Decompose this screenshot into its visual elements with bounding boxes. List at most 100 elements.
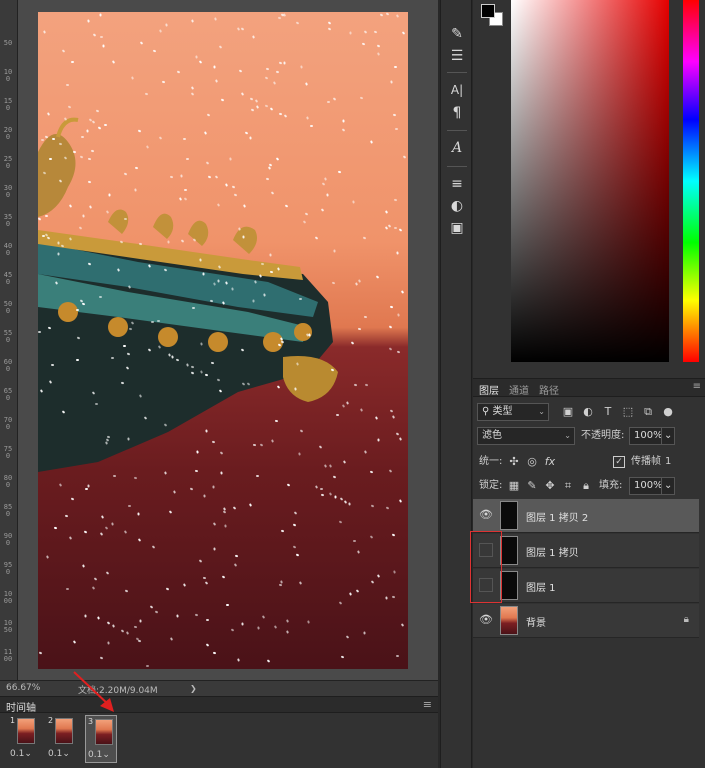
lock-artboard-icon[interactable]: ⌗ xyxy=(561,477,575,495)
panel-tool-strip: ✎ ☰ A| ¶ A ≡ ◐ ▣ xyxy=(440,0,472,768)
layer-row[interactable]: 👁︎ 图层 1 拷贝 2 xyxy=(473,499,699,533)
snowflake xyxy=(100,514,104,519)
panel-menu-icon[interactable]: ≡ xyxy=(693,381,701,392)
lock-position-icon[interactable]: ✥ xyxy=(543,477,557,495)
snowflake xyxy=(294,387,297,391)
adjust-tool-icon[interactable]: ☰ xyxy=(447,46,467,66)
properties-icon[interactable]: ≡ xyxy=(447,174,467,194)
layer-row[interactable]: 👁︎ 背景 🔒︎ xyxy=(473,604,699,638)
timeline-title[interactable]: 时间轴 xyxy=(6,699,36,714)
document-canvas[interactable] xyxy=(38,12,408,669)
layer-thumbnail xyxy=(500,606,518,635)
layer-thumbnail xyxy=(500,501,518,530)
layer-row[interactable]: 图层 1 拷贝 xyxy=(473,534,699,568)
fill-dropdown-button[interactable]: ⌄ xyxy=(661,477,675,495)
pixel-filter-icon[interactable]: ▣ xyxy=(561,403,575,421)
character-tool-icon[interactable]: A| xyxy=(447,80,467,100)
snowflake xyxy=(320,493,324,496)
snowflake xyxy=(71,60,75,63)
ruler-tick-label: 550 xyxy=(3,329,13,344)
snowflake xyxy=(183,189,187,192)
snowflake xyxy=(334,495,337,499)
visibility-eye-icon[interactable]: 👁︎ xyxy=(479,613,493,627)
lock-transparency-icon[interactable]: ▦ xyxy=(507,477,521,495)
snowflake xyxy=(295,361,299,366)
snowflake xyxy=(120,381,125,385)
paragraph-tool-icon[interactable]: ¶ xyxy=(447,103,467,123)
snowflake xyxy=(76,359,80,362)
frame-delay[interactable]: 0.1⌄ xyxy=(88,750,110,760)
brush-tool-icon[interactable]: ✎ xyxy=(447,24,467,44)
lock-label: 锁定: xyxy=(479,480,503,491)
propagate-frame-checkbox[interactable]: ✓ xyxy=(613,456,625,468)
type-filter-icon[interactable]: T xyxy=(601,403,615,421)
canvas-area[interactable] xyxy=(18,0,438,680)
unify-style-icon[interactable]: fx xyxy=(543,453,557,471)
snowflake xyxy=(98,295,102,299)
layer-thumbnail xyxy=(500,571,518,600)
ruler-tick-label: 700 xyxy=(3,416,13,431)
opacity-dropdown-button[interactable]: ⌄ xyxy=(661,427,675,445)
snowflake xyxy=(199,258,202,262)
panel-menu-icon[interactable]: ≡ xyxy=(423,698,432,711)
ruler-tick-label: 800 xyxy=(3,474,13,489)
snowflake xyxy=(255,474,260,478)
snowflake xyxy=(298,452,301,456)
lock-pixels-icon[interactable]: ✎ xyxy=(525,477,539,495)
frame-number: 1 xyxy=(10,716,16,725)
snowflake xyxy=(191,307,195,310)
snowflake xyxy=(99,13,102,17)
foreground-color-swatch[interactable] xyxy=(481,4,495,18)
color-panel xyxy=(473,0,705,378)
glyph-tool-icon[interactable]: A xyxy=(447,138,467,158)
layer-row[interactable]: 图层 1 xyxy=(473,569,699,603)
snowflake xyxy=(292,522,297,527)
ruler-tick-label: 450 xyxy=(3,271,13,286)
blend-mode-dropdown[interactable]: 滤色 ⌄ xyxy=(477,427,575,445)
visibility-eye-icon[interactable]: 👁︎ xyxy=(479,508,493,522)
filter-toggle-icon[interactable]: ● xyxy=(661,403,675,421)
adjustments-icon[interactable]: ◐ xyxy=(447,196,467,216)
snowflake xyxy=(278,112,283,116)
chevron-down-icon: ⌄ xyxy=(538,407,545,416)
adjustment-filter-icon[interactable]: ◐ xyxy=(581,403,595,421)
snowflake xyxy=(307,333,311,337)
frame-delay[interactable]: 0.1⌄ xyxy=(48,749,70,759)
snowflake xyxy=(49,157,53,160)
status-menu-arrow[interactable]: ❯ xyxy=(190,684,197,693)
vertical-ruler: 50 100 150 200 250 300 350 400 450 500 550 600 650 70… xyxy=(0,0,18,680)
ruler-tick-label: 100 xyxy=(3,68,13,83)
ruler-tick-label: 900 xyxy=(3,532,13,547)
hue-slider[interactable] xyxy=(683,0,699,362)
lock-all-icon[interactable]: 🔒︎ xyxy=(579,477,593,495)
ruler-tick-label: 50 xyxy=(3,39,13,47)
snowflake xyxy=(319,488,323,491)
kind-filter-dropdown[interactable]: ⚲ 类型 ⌄ xyxy=(477,403,549,421)
color-picker-field[interactable] xyxy=(511,0,669,362)
lock-icon[interactable]: 🔒︎ xyxy=(684,614,689,625)
zoom-level[interactable]: 66.67% xyxy=(6,683,40,693)
frame-delay[interactable]: 0.1⌄ xyxy=(10,749,32,759)
propagate-frame-value: 1 xyxy=(665,456,672,467)
tab-paths[interactable]: 路径 xyxy=(539,382,559,397)
unify-visibility-icon[interactable]: ◎ xyxy=(525,453,539,471)
snowflake xyxy=(57,241,60,245)
shape-filter-icon[interactable]: ⬚ xyxy=(621,403,635,421)
snowflake xyxy=(127,437,130,441)
timeline-frame[interactable]: 1 0.1⌄ xyxy=(8,715,40,763)
smart-object-filter-icon[interactable]: ⧉ xyxy=(641,403,655,421)
tab-channels[interactable]: 通道 xyxy=(509,382,529,397)
unify-position-icon[interactable]: ✣ xyxy=(507,453,521,471)
snowflake xyxy=(50,363,54,366)
ruler-tick-label: 1100 xyxy=(3,648,13,663)
ruler-tick-label: 150 xyxy=(3,97,13,112)
libraries-icon[interactable]: ▣ xyxy=(447,218,467,238)
ruler-tick-label: 1050 xyxy=(3,619,13,634)
tab-layers[interactable]: 图层 xyxy=(479,382,499,397)
snowflake xyxy=(202,576,206,580)
snowflake xyxy=(394,128,398,131)
chevron-down-icon: ⌄ xyxy=(664,480,673,491)
snowflake xyxy=(122,345,126,348)
snowflake xyxy=(169,175,174,179)
ruler-tick-label: 350 xyxy=(3,213,13,228)
